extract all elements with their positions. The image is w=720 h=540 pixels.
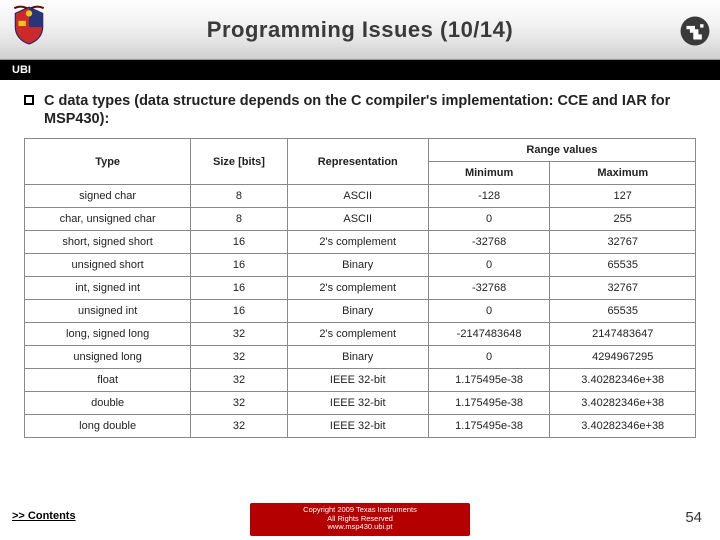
table-row: unsigned long32Binary04294967295: [25, 346, 696, 369]
cell-size: 32: [191, 346, 287, 369]
cell-type: int, signed int: [25, 277, 191, 300]
cell-max: 3.40282346e+38: [550, 369, 696, 392]
cell-repr: 2's complement: [287, 323, 428, 346]
cell-type: unsigned short: [25, 254, 191, 277]
slide-header: Programming Issues (10/14): [0, 0, 720, 60]
cell-size: 32: [191, 415, 287, 438]
table-head: Type Size [bits] Representation Range va…: [25, 139, 696, 185]
table-row: int, signed int162's complement-32768327…: [25, 277, 696, 300]
cell-type: double: [25, 392, 191, 415]
col-repr: Representation: [287, 139, 428, 185]
cell-min: 0: [428, 346, 550, 369]
cell-size: 32: [191, 323, 287, 346]
cell-type: char, unsigned char: [25, 208, 191, 231]
cell-type: signed char: [25, 185, 191, 208]
cell-min: -32768: [428, 277, 550, 300]
cell-min: -32768: [428, 231, 550, 254]
col-max: Maximum: [550, 162, 696, 185]
cell-size: 16: [191, 300, 287, 323]
ubi-bar: UBI: [0, 60, 720, 80]
cell-type: short, signed short: [25, 231, 191, 254]
table-row: unsigned short16Binary065535: [25, 254, 696, 277]
cell-max: 3.40282346e+38: [550, 415, 696, 438]
ti-logo-icon: [678, 14, 712, 48]
cell-repr: 2's complement: [287, 277, 428, 300]
cell-type: long double: [25, 415, 191, 438]
cell-max: 32767: [550, 277, 696, 300]
cell-type: float: [25, 369, 191, 392]
cell-type: unsigned int: [25, 300, 191, 323]
page-number: 54: [685, 509, 702, 526]
cell-repr: IEEE 32-bit: [287, 392, 428, 415]
ubi-label: UBI: [12, 64, 31, 76]
table-row: unsigned int16Binary065535: [25, 300, 696, 323]
cell-repr: ASCII: [287, 208, 428, 231]
table-row: float32IEEE 32-bit1.175495e-383.40282346…: [25, 369, 696, 392]
cell-size: 16: [191, 254, 287, 277]
cell-size: 8: [191, 185, 287, 208]
cell-type: long, signed long: [25, 323, 191, 346]
bullet-square-icon: [24, 95, 34, 105]
table-row: char, unsigned char8ASCII0255: [25, 208, 696, 231]
copyright-band: Copyright 2009 Texas Instruments All Rig…: [250, 503, 470, 536]
cell-type: unsigned long: [25, 346, 191, 369]
cell-max: 255: [550, 208, 696, 231]
cell-max: 65535: [550, 300, 696, 323]
cell-min: 1.175495e-38: [428, 392, 550, 415]
cell-max: 32767: [550, 231, 696, 254]
cell-size: 16: [191, 231, 287, 254]
cell-max: 4294967295: [550, 346, 696, 369]
cell-max: 65535: [550, 254, 696, 277]
bullet-item: C data types (data structure depends on …: [24, 92, 696, 128]
crest-logo-icon: [8, 4, 50, 46]
cell-repr: Binary: [287, 300, 428, 323]
cell-repr: IEEE 32-bit: [287, 415, 428, 438]
cell-max: 2147483647: [550, 323, 696, 346]
col-min: Minimum: [428, 162, 550, 185]
cell-min: 0: [428, 208, 550, 231]
table-row: signed char8ASCII-128127: [25, 185, 696, 208]
cell-size: 32: [191, 392, 287, 415]
col-size: Size [bits]: [191, 139, 287, 185]
slide-title: Programming Issues (10/14): [18, 17, 702, 43]
table-row: long double32IEEE 32-bit1.175495e-383.40…: [25, 415, 696, 438]
table-row: short, signed short162's complement-3276…: [25, 231, 696, 254]
cell-max: 127: [550, 185, 696, 208]
cell-size: 32: [191, 369, 287, 392]
cell-size: 16: [191, 277, 287, 300]
table-row: long, signed long322's complement-214748…: [25, 323, 696, 346]
cell-min: -2147483648: [428, 323, 550, 346]
table-row: double32IEEE 32-bit1.175495e-383.4028234…: [25, 392, 696, 415]
bullet-text: C data types (data structure depends on …: [44, 92, 696, 128]
cell-repr: Binary: [287, 346, 428, 369]
cell-min: -128: [428, 185, 550, 208]
col-type: Type: [25, 139, 191, 185]
slide-body: C data types (data structure depends on …: [0, 80, 720, 540]
table-body: signed char8ASCII-128127char, unsigned c…: [25, 185, 696, 438]
cell-min: 0: [428, 254, 550, 277]
cell-max: 3.40282346e+38: [550, 392, 696, 415]
cell-min: 1.175495e-38: [428, 369, 550, 392]
contents-link[interactable]: >> Contents: [12, 510, 76, 522]
slide-footer: >> Contents Copyright 2009 Texas Instrum…: [0, 496, 720, 540]
col-range: Range values: [428, 139, 695, 162]
cell-min: 0: [428, 300, 550, 323]
cell-repr: Binary: [287, 254, 428, 277]
cell-repr: IEEE 32-bit: [287, 369, 428, 392]
datatypes-table: Type Size [bits] Representation Range va…: [24, 138, 696, 438]
slide: Programming Issues (10/14) UBI C data ty…: [0, 0, 720, 540]
cell-repr: ASCII: [287, 185, 428, 208]
cell-min: 1.175495e-38: [428, 415, 550, 438]
cell-size: 8: [191, 208, 287, 231]
cell-repr: 2's complement: [287, 231, 428, 254]
website-text: www.msp430.ubi.pt: [256, 523, 464, 532]
